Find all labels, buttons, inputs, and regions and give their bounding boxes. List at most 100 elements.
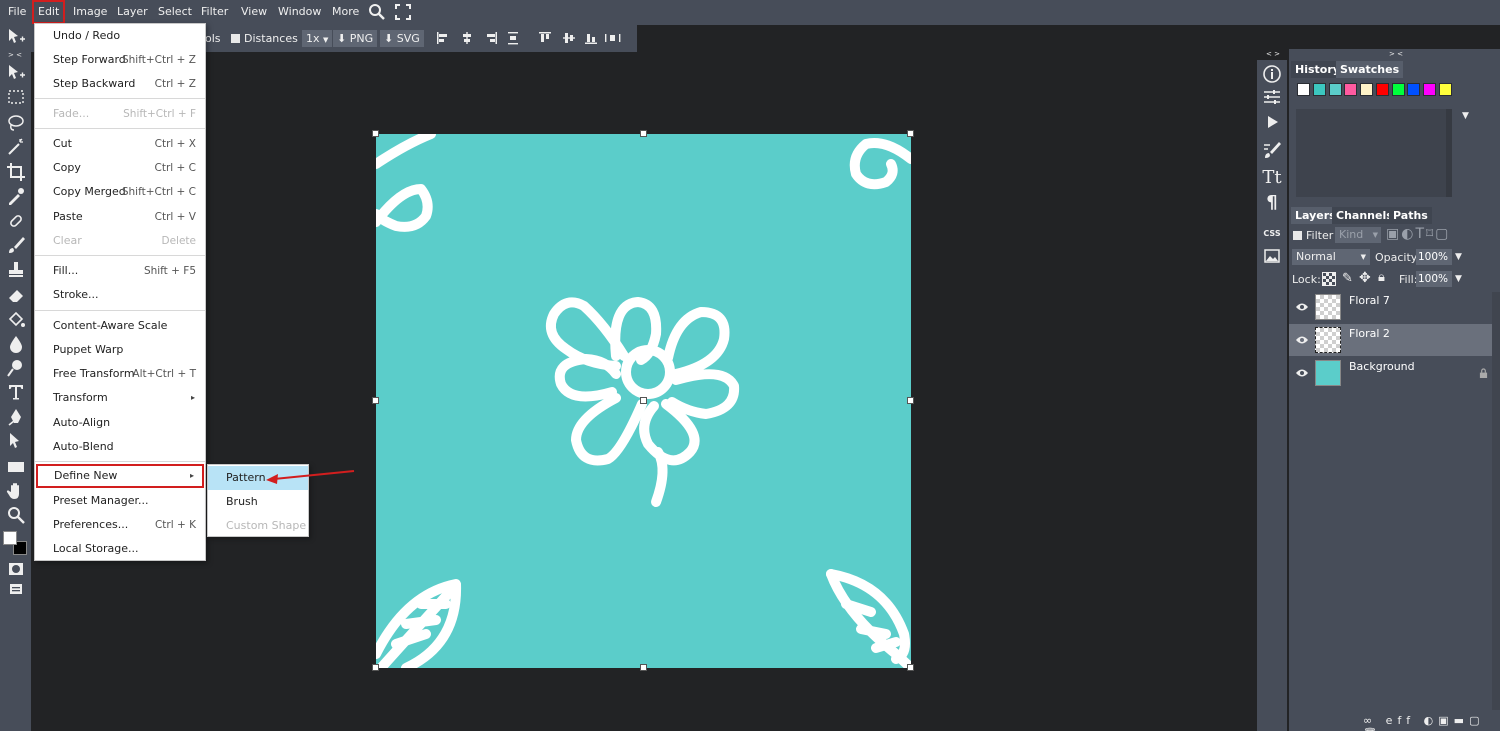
eyedropper-icon[interactable] <box>6 186 26 206</box>
lasso-tool-icon[interactable] <box>6 113 26 133</box>
distribute-horizontal-icon[interactable] <box>604 31 622 45</box>
menu-file[interactable]: File <box>4 0 30 24</box>
swatch-color[interactable] <box>1297 83 1310 96</box>
transform-handle[interactable] <box>372 130 379 137</box>
transform-handle[interactable] <box>640 130 647 137</box>
swatch-color[interactable] <box>1407 83 1420 96</box>
menu-item-copy-merged[interactable]: Copy Merged Shift+Ctrl + C <box>35 180 205 204</box>
distances-checkbox[interactable]: Distances <box>231 25 298 52</box>
menu-item-auto-align[interactable]: Auto-Align <box>35 411 205 435</box>
marquee-tool-icon[interactable] <box>6 87 26 107</box>
panel-collapse-arrows[interactable]: > < <box>1389 50 1403 58</box>
menu-filter[interactable]: Filter <box>197 0 232 24</box>
lock-all-icon[interactable]: 🔒︎ <box>1378 270 1385 285</box>
menu-item-paste[interactable]: Paste Ctrl + V <box>35 205 205 229</box>
export-svg-button[interactable]: ⬇ SVG <box>380 30 424 47</box>
zoom-tool-icon[interactable] <box>6 505 26 525</box>
kind-select[interactable]: Kind ▼ <box>1335 227 1381 243</box>
swatch-color[interactable] <box>1392 83 1405 96</box>
screen-mode-icon[interactable] <box>6 583 26 595</box>
align-right-icon[interactable] <box>484 31 498 45</box>
fill-input[interactable]: 100% <box>1416 271 1452 287</box>
lock-transparency-icon[interactable] <box>1322 272 1336 286</box>
swatch-color[interactable] <box>1439 83 1452 96</box>
menu-edit[interactable]: Edit <box>32 0 66 24</box>
fullscreen-icon[interactable] <box>394 3 412 21</box>
menu-item-cut[interactable]: Cut Ctrl + X <box>35 132 205 156</box>
menu-item-transform[interactable]: Transform ▸ <box>35 386 205 410</box>
paragraph-icon[interactable]: ¶ <box>1262 193 1282 213</box>
submenu-item-brush[interactable]: Brush <box>208 490 308 514</box>
menu-view[interactable]: View <box>237 0 271 24</box>
layer-row-selected[interactable]: Floral 2 <box>1289 324 1492 356</box>
layer-row[interactable]: Floral 7 <box>1289 291 1492 323</box>
layer-bottom-icons[interactable]: ∞ eff ◐▣▬▢🗑︎ <box>1363 714 1500 731</box>
distribute-vertical-icon[interactable] <box>506 31 520 45</box>
text-tool-icon[interactable] <box>6 382 26 402</box>
menu-item-free-transform[interactable]: Free Transform Alt+Ctrl + T <box>35 362 205 386</box>
quick-mask-icon[interactable] <box>6 562 26 576</box>
menu-item-preset-manager[interactable]: Preset Manager... <box>35 489 205 513</box>
transform-handle[interactable] <box>907 397 914 404</box>
transform-handle[interactable] <box>372 664 379 671</box>
swatch-color[interactable] <box>1360 83 1373 96</box>
blend-mode-select[interactable]: Normal ▼ <box>1292 249 1370 265</box>
swatch-scrollbar[interactable] <box>1446 109 1452 197</box>
align-bottom-icon[interactable] <box>584 31 598 45</box>
menu-item-preferences[interactable]: Preferences... Ctrl + K <box>35 513 205 537</box>
eye-icon[interactable] <box>1296 367 1308 379</box>
align-center-icon[interactable] <box>460 31 474 45</box>
fill-dropdown-icon[interactable]: ▼ <box>1455 274 1462 284</box>
tab-swatches[interactable]: Swatches <box>1336 61 1404 78</box>
brush-settings-icon[interactable] <box>1262 140 1282 160</box>
color-swatches[interactable] <box>3 531 29 557</box>
play-icon[interactable] <box>1262 112 1282 132</box>
transform-handle[interactable] <box>372 397 379 404</box>
swatch-menu-icon[interactable]: ▼ <box>1462 111 1469 121</box>
dodge-tool-icon[interactable] <box>6 358 26 378</box>
align-left-icon[interactable] <box>436 31 450 45</box>
menu-select[interactable]: Select <box>154 0 196 24</box>
filter-checkbox[interactable]: Filter <box>1293 229 1333 242</box>
paint-bucket-icon[interactable] <box>6 310 26 330</box>
eye-icon[interactable] <box>1296 301 1308 313</box>
crop-tool-icon[interactable] <box>6 162 26 182</box>
export-png-button[interactable]: ⬇ PNG <box>333 30 378 47</box>
menu-item-fill[interactable]: Fill... Shift + F5 <box>35 259 205 283</box>
layer-row[interactable]: Background <box>1289 357 1492 389</box>
stamp-tool-icon[interactable] <box>6 260 26 280</box>
menu-item-step-backward[interactable]: Step Backward Ctrl + Z <box>35 72 205 96</box>
lock-brush-icon[interactable]: ✎ <box>1342 271 1353 286</box>
eye-icon[interactable] <box>1296 334 1308 346</box>
path-selection-icon[interactable] <box>6 431 26 451</box>
menu-item-local-storage[interactable]: Local Storage... <box>35 537 205 561</box>
character-icon[interactable]: Tt <box>1262 168 1282 188</box>
pen-tool-icon[interactable] <box>6 407 26 427</box>
blur-tool-icon[interactable] <box>6 334 26 354</box>
align-top-icon[interactable] <box>538 31 552 45</box>
transform-handle[interactable] <box>907 130 914 137</box>
tab-channels[interactable]: Channels <box>1332 207 1397 224</box>
adjustments-icon[interactable] <box>1262 87 1282 107</box>
transform-handle[interactable] <box>640 397 647 404</box>
info-icon[interactable] <box>1262 64 1282 84</box>
menu-layer[interactable]: Layer <box>113 0 152 24</box>
lock-move-icon[interactable]: ✥ <box>1359 270 1371 286</box>
menu-item-auto-blend[interactable]: Auto-Blend <box>35 435 205 459</box>
magic-wand-icon[interactable] <box>6 137 26 157</box>
checkbox-box[interactable] <box>231 34 240 43</box>
search-icon[interactable] <box>368 3 386 21</box>
swatch-color[interactable] <box>1376 83 1389 96</box>
swatch-color[interactable] <box>1329 83 1342 96</box>
healing-brush-icon[interactable] <box>6 211 26 231</box>
opacity-dropdown-icon[interactable]: ▼ <box>1455 252 1462 262</box>
tools-collapse-arrows[interactable]: > < <box>8 51 22 59</box>
checkbox-box[interactable] <box>1293 231 1302 240</box>
swatch-color[interactable] <box>1423 83 1436 96</box>
transform-handle[interactable] <box>907 664 914 671</box>
tab-paths[interactable]: Paths <box>1389 207 1432 224</box>
align-middle-icon[interactable] <box>562 31 576 45</box>
opacity-input[interactable]: 100% <box>1416 249 1452 265</box>
menu-item-step-forward[interactable]: Step Forward Shift+Ctrl + Z <box>35 48 205 72</box>
right-collapse-arrows[interactable]: < > <box>1266 50 1280 58</box>
